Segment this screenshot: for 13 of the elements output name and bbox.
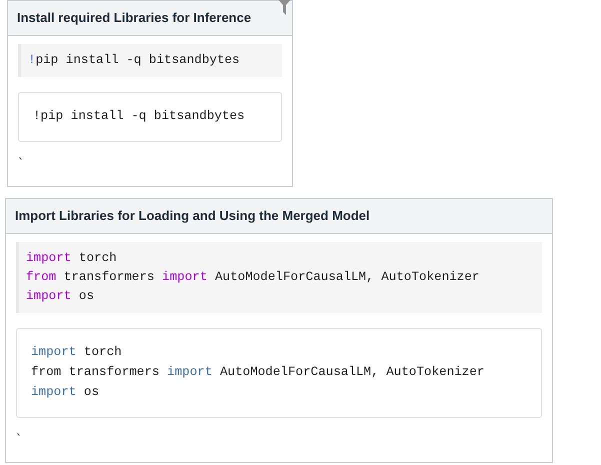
note-text: ` — [16, 432, 22, 446]
code-line: import torch — [26, 250, 117, 267]
cell-title: Install required Libraries for Inference — [17, 10, 252, 25]
cell-title: Import Libraries for Loading and Using the Merged Model — [15, 208, 370, 223]
code-line: !pip install -q bitsandbytes — [28, 52, 240, 69]
note-text: ` — [18, 156, 24, 170]
code-line: from transformers import AutoModelForCausalLM, AutoTokenizer — [31, 364, 484, 381]
code-line: import torch — [31, 344, 122, 361]
code-line: !pip install -q bitsandbytes — [33, 108, 245, 125]
filter-icon[interactable] — [276, 0, 293, 15]
code-line: from transformers import AutoModelForCausalLM, AutoTokenizer — [26, 269, 480, 286]
code-line: import os — [31, 384, 100, 401]
code-line: import os — [26, 288, 94, 305]
